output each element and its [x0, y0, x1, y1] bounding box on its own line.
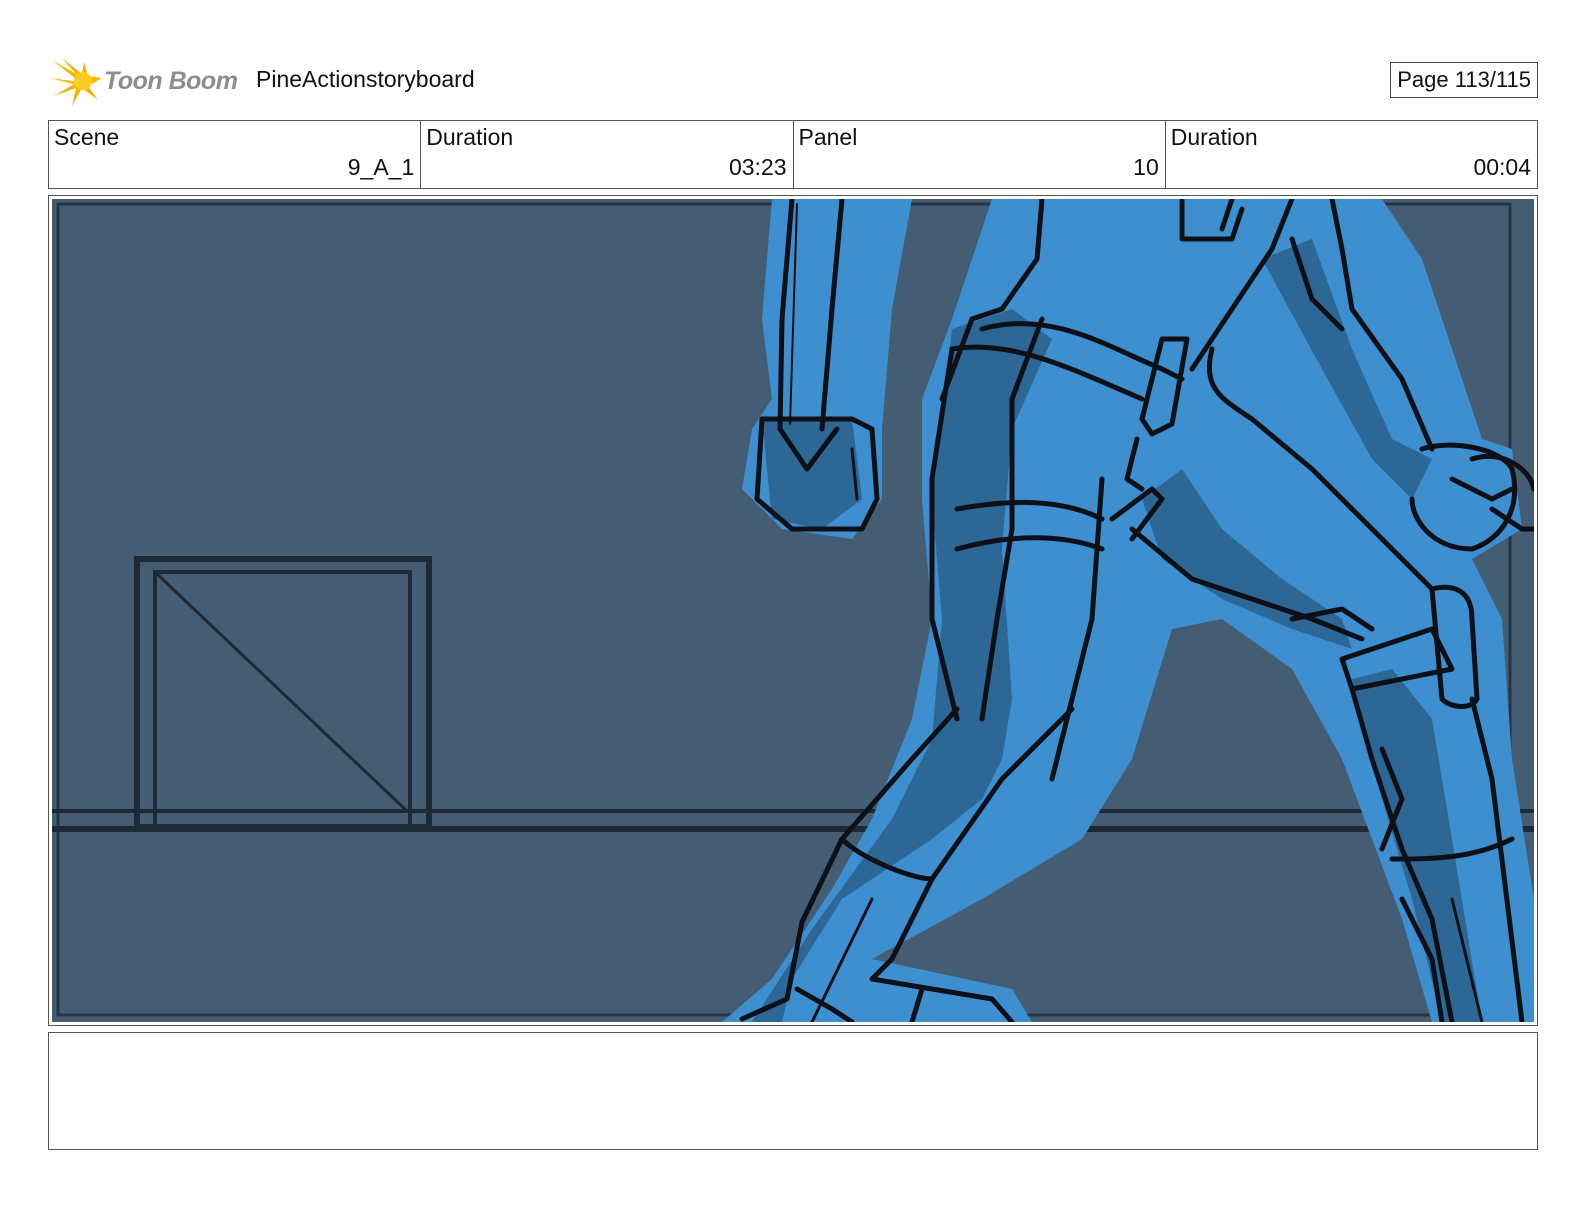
panel-label: Panel	[798, 124, 858, 150]
panel-duration-label: Duration	[1170, 124, 1258, 150]
panel-duration-value: 00:04	[1473, 154, 1531, 180]
toon-boom-logo: Toon Boom	[50, 56, 240, 106]
logo-text: Toon Boom	[104, 67, 238, 95]
panel-cell: Panel 10	[794, 121, 1166, 188]
scene-value: 9_A_1	[347, 154, 415, 180]
panel-drawing	[52, 199, 1534, 1022]
project-title: PineActionstoryboard	[256, 66, 475, 92]
scene-label: Scene	[54, 124, 120, 150]
scene-duration-cell: Duration 03:23	[421, 121, 794, 188]
storyboard-panel-frame	[48, 195, 1538, 1026]
page-header: Toon Boom PineActionstoryboard Page 113/…	[50, 54, 1538, 106]
scene-cell: Scene 9_A_1	[49, 121, 422, 188]
scene-duration-value: 03:23	[728, 154, 787, 180]
page-number: Page 113/115	[1390, 62, 1538, 98]
panel-duration-cell: Duration 00:04	[1166, 121, 1537, 188]
panel-info-table: Scene 9_A_1 Duration 03:23 Panel 10 Dura…	[48, 120, 1538, 189]
panel-notes-box	[48, 1032, 1538, 1150]
panel-value: 10	[1133, 154, 1159, 180]
starburst-icon	[50, 58, 102, 106]
scene-duration-label: Duration	[426, 124, 514, 150]
